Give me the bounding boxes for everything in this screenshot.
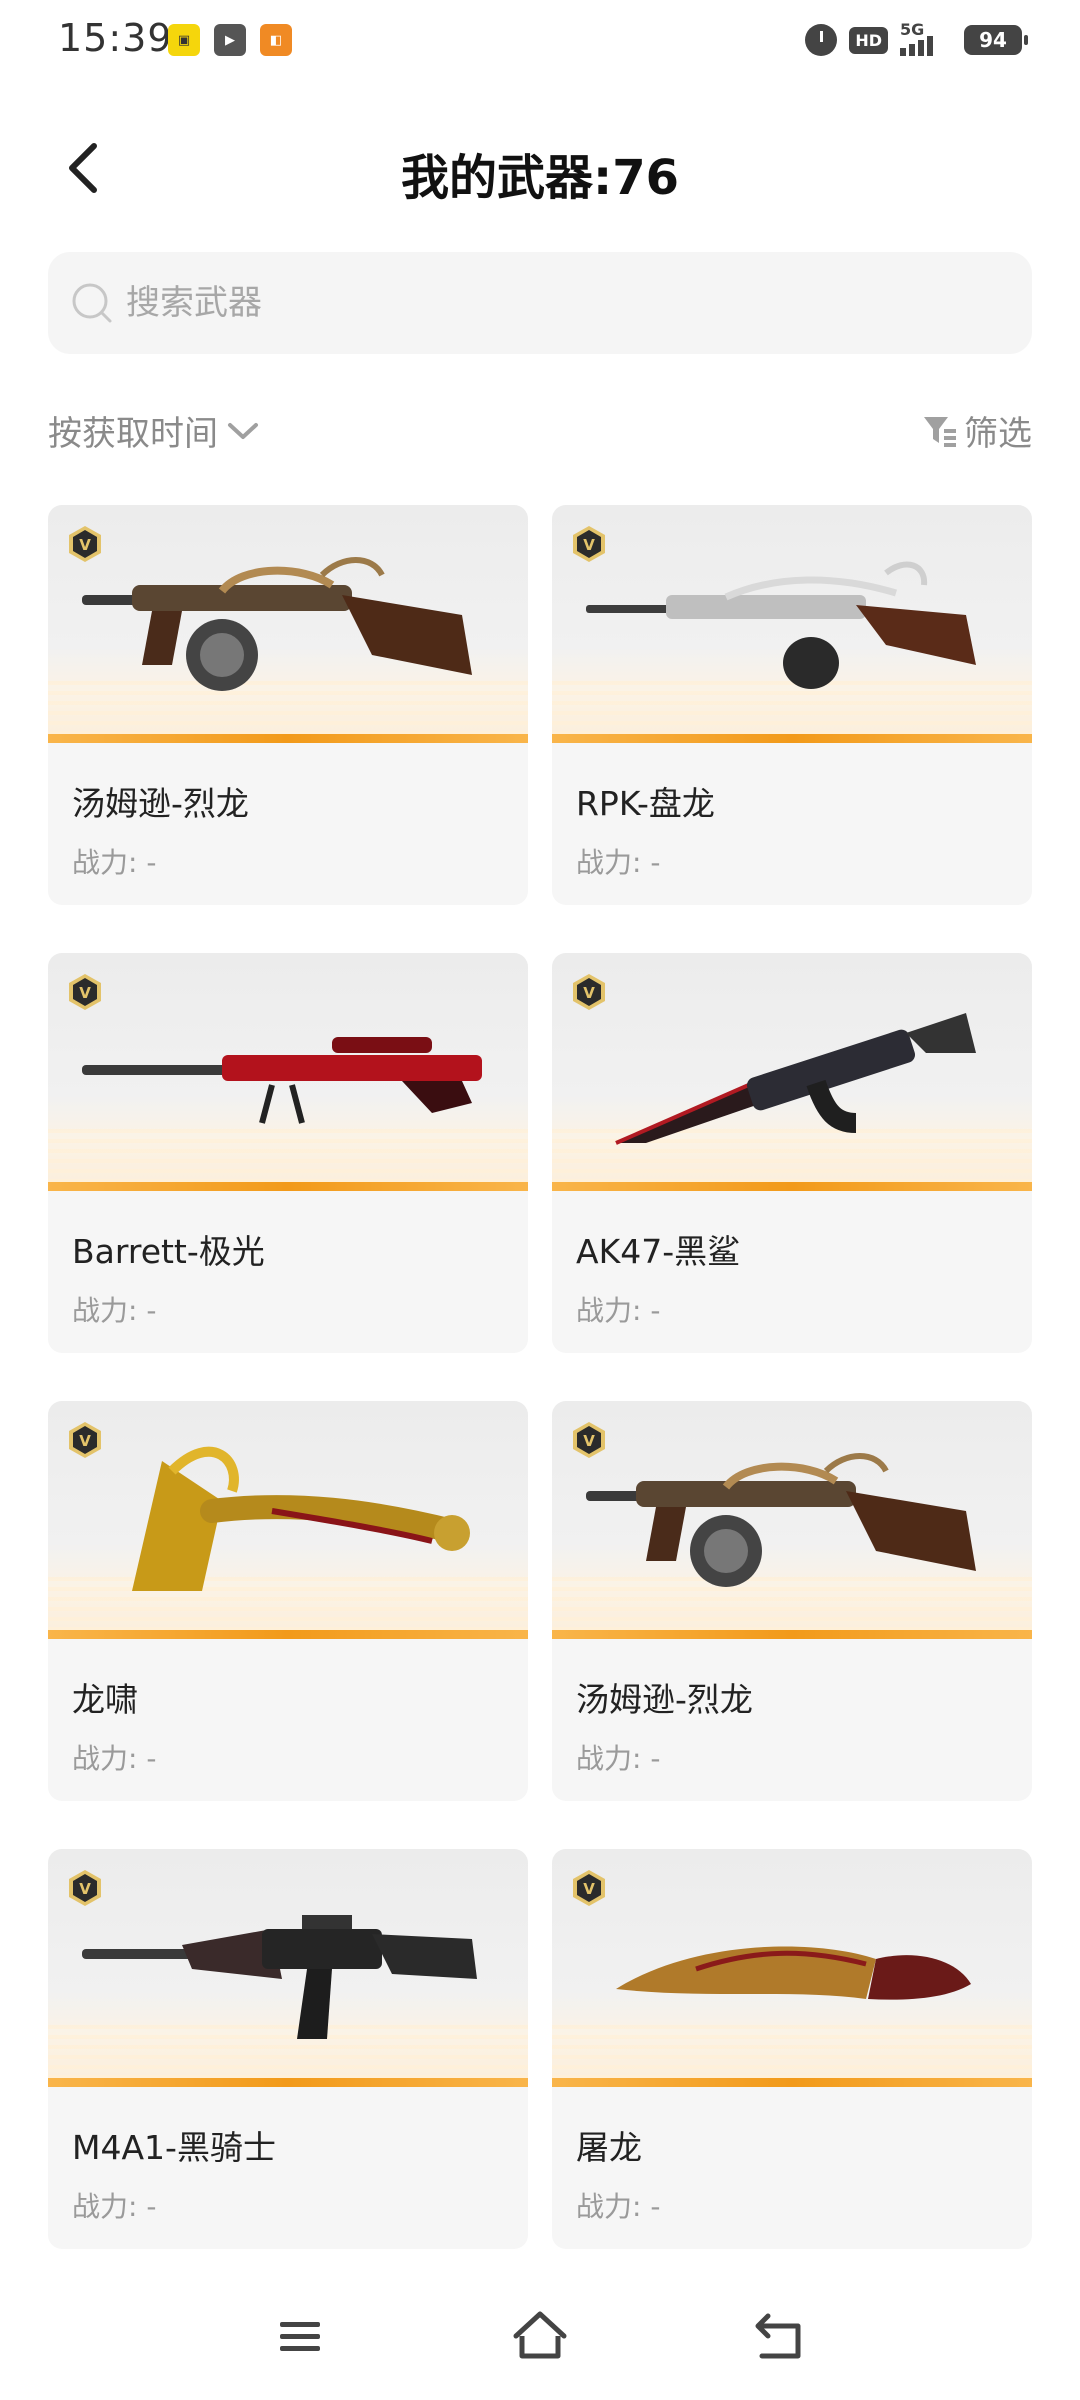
system-nav-bar (0, 2290, 1080, 2380)
status-indicators: HD 5G 94 (805, 20, 1028, 56)
sort-dropdown[interactable]: 按获取时间 (48, 406, 260, 455)
return-icon (755, 2313, 801, 2359)
weapon-power: 战力: - (72, 846, 157, 879)
chevron-down-icon (228, 422, 258, 439)
weapon-grid: V 汤姆逊-烈龙 战力: - V RPK-盘龙 战力: - V Barrett-… (48, 505, 1032, 2249)
rpk-rifle-icon (586, 561, 976, 689)
home-icon (513, 2311, 567, 2359)
weapon-card[interactable]: V M4A1-黑骑士 战力: - (48, 1849, 528, 2249)
dragon-blade-icon (616, 1946, 971, 2000)
tommy-gun-icon (82, 557, 472, 691)
filter-label: 筛选 (964, 414, 1032, 454)
sort-label: 按获取时间 (48, 414, 218, 454)
m4a1-rifle-icon (82, 1915, 477, 2039)
weapon-image: V (48, 1849, 528, 2087)
weapon-power: 战力: - (72, 1294, 157, 1327)
weapon-image: V (552, 1401, 1032, 1639)
filter-icon (924, 416, 956, 447)
search-bar[interactable] (48, 252, 1032, 354)
weapon-name: RPK-盘龙 (576, 784, 715, 823)
search-icon (72, 283, 112, 323)
hd-badge: HD (849, 26, 888, 54)
weapon-power: 战力: - (576, 2190, 661, 2223)
ak47-rifle-icon (615, 1013, 976, 1145)
battery-icon: 94 (964, 25, 1028, 55)
sniper-rifle-icon (82, 1037, 482, 1124)
weapon-image: V (48, 1401, 528, 1639)
alarm-icon (805, 24, 838, 56)
weapon-image: V (48, 505, 528, 743)
weapon-card[interactable]: V AK47-黑鲨 战力: - (552, 953, 1032, 1353)
weapon-name: M4A1-黑骑士 (72, 2128, 276, 2167)
weapon-power: 战力: - (72, 2190, 157, 2223)
weapon-image: V (48, 953, 528, 1191)
menu-button[interactable] (268, 2304, 332, 2368)
weapon-card[interactable]: V 龙啸 战力: - (48, 1401, 528, 1801)
weapon-name: 汤姆逊-烈龙 (72, 784, 249, 823)
weapon-power: 战力: - (576, 1294, 661, 1327)
weapon-card[interactable]: V 汤姆逊-烈龙 战力: - (48, 505, 528, 905)
weapon-power: 战力: - (72, 1742, 157, 1775)
weapon-name: 龙啸 (72, 1680, 138, 1719)
weapon-name: 汤姆逊-烈龙 (576, 1680, 753, 1719)
search-input[interactable] (126, 283, 986, 323)
network-type: 5G (900, 20, 925, 39)
filter-button[interactable]: 筛选 (922, 406, 1032, 455)
header: 我的武器:76 (0, 120, 1080, 220)
weapon-card[interactable]: V 屠龙 战力: - (552, 1849, 1032, 2249)
weapon-image: V (552, 505, 1032, 743)
weapon-power: 战力: - (576, 846, 661, 879)
battery-level: 94 (979, 28, 1007, 52)
signal-icon: 5G (900, 20, 952, 56)
weapon-name: Barrett-极光 (72, 1232, 265, 1271)
tommy-gun-icon (586, 1453, 976, 1587)
yellow-app-icon: ▣ (168, 24, 200, 56)
page-title: 我的武器:76 (401, 150, 679, 206)
weapon-image: V (552, 1849, 1032, 2087)
sort-filter-row: 按获取时间 筛选 (48, 400, 1032, 460)
taobao-app-icon: ◧ (260, 24, 292, 56)
menu-icon (280, 2322, 320, 2351)
status-time: 15:39 (58, 16, 173, 60)
home-button[interactable] (508, 2304, 572, 2368)
weapon-power: 战力: - (576, 1742, 661, 1775)
status-bar: 15:39 ▣ ▶ ◧ HD 5G 94 (0, 0, 1080, 84)
back-nav-button[interactable] (748, 2304, 812, 2368)
weapon-card[interactable]: V 汤姆逊-烈龙 战力: - (552, 1401, 1032, 1801)
weapon-card[interactable]: V RPK-盘龙 战力: - (552, 505, 1032, 905)
weapon-name: 屠龙 (576, 2128, 642, 2167)
weapon-name: AK47-黑鲨 (576, 1232, 741, 1271)
status-app-icons: ▣ ▶ ◧ (168, 24, 292, 56)
weapon-image: V (552, 953, 1032, 1191)
weapon-card[interactable]: V Barrett-极光 战力: - (48, 953, 528, 1353)
video-app-icon: ▶ (214, 24, 246, 56)
golden-axe-icon (132, 1446, 470, 1591)
